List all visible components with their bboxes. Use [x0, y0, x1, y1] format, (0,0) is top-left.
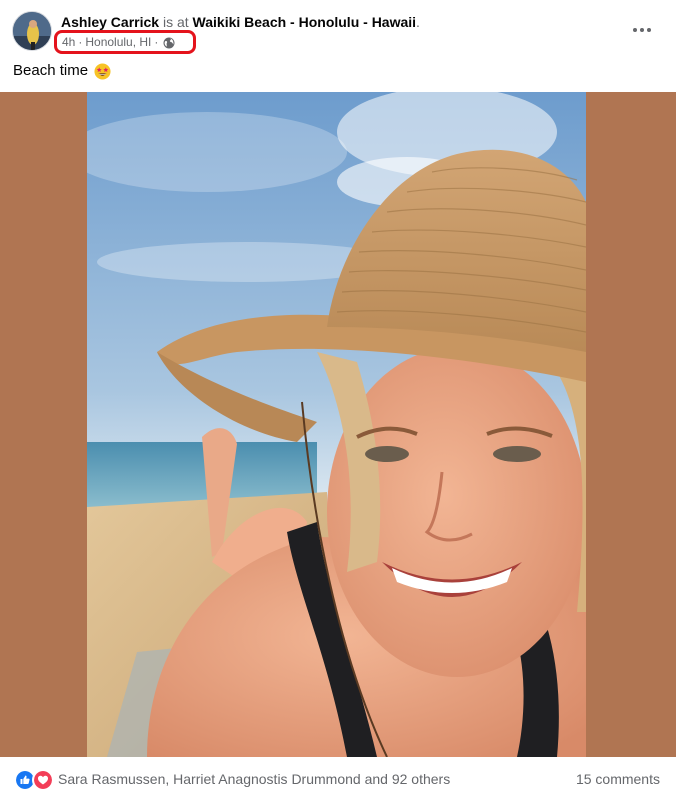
- author-name-link[interactable]: Ashley Carrick: [61, 14, 159, 30]
- place-link[interactable]: Waikiki Beach - Honolulu - Hawaii: [193, 14, 417, 30]
- meta-separator: ·: [78, 35, 83, 49]
- reaction-icons[interactable]: [14, 769, 54, 791]
- post-time-link[interactable]: 4h: [62, 33, 75, 51]
- reactors-summary-link[interactable]: Sara Rasmussen, Harriet Anagnostis Drumm…: [58, 771, 450, 787]
- post-location-link[interactable]: Honolulu, HI: [85, 33, 151, 51]
- comments-count-link[interactable]: 15 comments: [576, 771, 660, 787]
- post-meta-highlighted: 4h · Honolulu, HI ·: [54, 30, 196, 54]
- globe-icon[interactable]: [163, 36, 175, 49]
- post-header: Ashley Carrick is at Waikiki Beach - Hon…: [0, 0, 676, 60]
- author-avatar[interactable]: [12, 11, 52, 51]
- post-title-line: Ashley Carrick is at Waikiki Beach - Hon…: [61, 14, 420, 31]
- meta-separator: ·: [154, 35, 159, 49]
- more-options-icon[interactable]: [628, 18, 656, 42]
- beach-selfie-photo[interactable]: [87, 92, 586, 757]
- post-caption: Beach time: [13, 62, 111, 80]
- love-icon[interactable]: [32, 769, 54, 791]
- star-struck-emoji: [94, 62, 111, 80]
- is-at-text: is at: [162, 14, 189, 30]
- post-footer: Sara Rasmussen, Harriet Anagnostis Drumm…: [0, 757, 676, 796]
- place-suffix: .: [416, 14, 420, 30]
- caption-text: Beach time: [13, 62, 89, 79]
- post-photo-container[interactable]: [0, 92, 676, 757]
